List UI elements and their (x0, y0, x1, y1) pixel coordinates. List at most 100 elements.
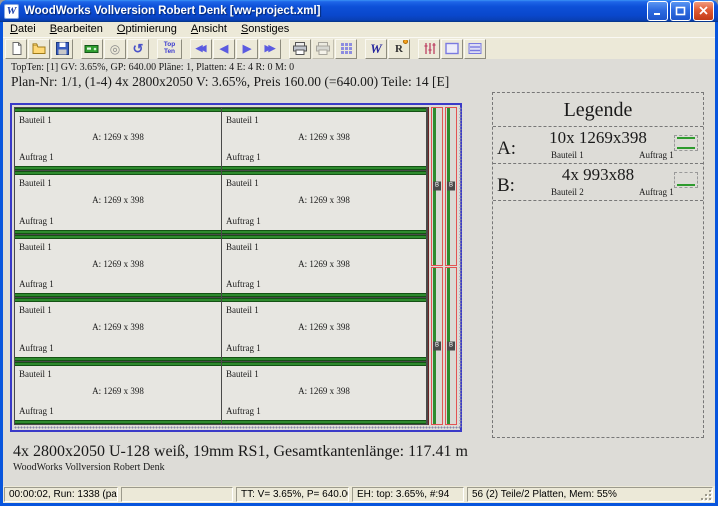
topten-summary: TopTen: [1] GV: 3.65%, GP: 640.00 Pläne:… (11, 62, 294, 73)
window-layout-button[interactable] (441, 39, 463, 59)
cell-order-label: Auftrag 1 (226, 216, 261, 226)
cell-order-label: Auftrag 1 (19, 152, 54, 162)
maximize-button[interactable] (670, 1, 691, 21)
next-plan-button[interactable]: ▶ (236, 39, 258, 59)
waste-edge-bottom (14, 426, 460, 429)
edge-band-top (222, 171, 426, 175)
status-runtime: 00:00:02, Run: 1338 (pause) (4, 487, 118, 502)
edge-line-top (677, 137, 695, 139)
edge-band-bottom (222, 293, 426, 297)
panel-cell[interactable]: Bauteil 1 A: 1269 x 398 Auftrag 1 (15, 298, 221, 360)
machine-icon (84, 41, 100, 56)
record-icon: ◎ (110, 43, 120, 55)
edge-line-bottom (677, 147, 695, 149)
cell-size-label: A: 1269 x 398 (15, 322, 221, 332)
cell-order-label: Auftrag 1 (19, 279, 54, 289)
print-preview-icon (315, 41, 331, 56)
cell-part-label: Bauteil 1 (19, 242, 52, 252)
legend-qty-size: 10x 1269x398 (493, 128, 703, 148)
legend-panel: Legende A: 10x 1269x398 Bauteil 1 Auftra… (492, 92, 704, 438)
cell-size-label: A: 1269 x 398 (15, 259, 221, 269)
panel-cell[interactable]: Bauteil 1 A: 1269 x 398 Auftrag 1 (222, 235, 426, 297)
resize-grip[interactable] (699, 488, 712, 501)
cell-order-label: Auftrag 1 (19, 216, 54, 226)
window-title: WoodWorks Vollversion Robert Denk [ww-pr… (24, 5, 647, 17)
panel-cell[interactable]: Bauteil 1 A: 1269 x 398 Auftrag 1 (222, 108, 426, 170)
cell-size-label: A: 1269 x 398 (222, 195, 426, 205)
legend-title: Legende (493, 93, 703, 127)
open-file-button[interactable] (28, 39, 50, 59)
strip-cell[interactable]: B (445, 107, 457, 266)
cell-size-label: A: 1269 x 398 (222, 386, 426, 396)
strip-label: B (433, 182, 441, 191)
panel-cell[interactable]: Bauteil 1 A: 1269 x 398 Auftrag 1 (15, 235, 221, 297)
edge-band-bottom (15, 420, 221, 424)
record-button[interactable]: ◎ (104, 39, 126, 59)
menu-item-ansicht[interactable]: Ansicht (184, 22, 234, 37)
edge-band-top (222, 298, 426, 302)
start-machine-button[interactable] (81, 39, 103, 59)
strip-label: B (447, 182, 455, 191)
levels-button[interactable] (418, 39, 440, 59)
minimize-button[interactable] (647, 1, 668, 21)
status-bar: 00:00:02, Run: 1338 (pause) TT: V= 3.65%… (3, 486, 715, 503)
strip-cell[interactable]: B (431, 267, 443, 426)
r-pin-icon: R (395, 43, 403, 55)
panel-cell[interactable]: Bauteil 1 A: 1269 x 398 Auftrag 1 (15, 171, 221, 233)
next-icon: ▶ (243, 42, 251, 55)
last-plan-button[interactable]: ▶▶ (259, 39, 281, 59)
topten-icon: TopTen (164, 42, 175, 55)
app-signature: WoodWorks Vollversion Robert Denk (13, 462, 165, 473)
cutting-plan: Bauteil 1 A: 1269 x 398 Auftrag 1 Bautei… (10, 103, 462, 432)
restart-optimization-button[interactable]: ↺ (127, 39, 149, 59)
edge-band-bottom (15, 293, 221, 297)
print-icon (292, 41, 308, 56)
legend-order: Auftrag 1 (639, 150, 674, 160)
panel-cell[interactable]: Bauteil 1 A: 1269 x 398 Auftrag 1 (222, 171, 426, 233)
legend-row-a: A: 10x 1269x398 Bauteil 1 Auftrag 1 (493, 127, 703, 164)
menu-item-sonstiges[interactable]: Sonstiges (234, 22, 296, 37)
print-button[interactable] (289, 39, 311, 59)
new-document-button[interactable] (5, 39, 27, 59)
legend-part: Bauteil 1 (551, 150, 584, 160)
split-view-button[interactable] (464, 39, 486, 59)
cell-order-label: Auftrag 1 (226, 279, 261, 289)
material-summary: 4x 2800x2050 U-128 weiß, 19mm RS1, Gesam… (13, 443, 468, 461)
edge-band-top (222, 362, 426, 366)
panel-cell[interactable]: Bauteil 1 A: 1269 x 398 Auftrag 1 (15, 108, 221, 170)
top-ten-button[interactable]: TopTen (157, 39, 182, 59)
woodworks-logo-button[interactable]: W (365, 39, 387, 59)
cell-order-label: Auftrag 1 (226, 152, 261, 162)
cell-size-label: A: 1269 x 398 (222, 132, 426, 142)
window-icon (444, 41, 460, 56)
strip-cell[interactable]: B (431, 107, 443, 266)
cell-order-label: Auftrag 1 (19, 406, 54, 416)
panel-cell[interactable]: Bauteil 1 A: 1269 x 398 Auftrag 1 (222, 362, 426, 424)
cell-part-label: Bauteil 1 (19, 305, 52, 315)
status-memory: 56 (2) Teile/2 Platten, Mem: 55% (467, 487, 713, 502)
edge-band-top (15, 298, 221, 302)
cell-size-label: A: 1269 x 398 (15, 386, 221, 396)
previous-plan-button[interactable]: ◀ (213, 39, 235, 59)
close-button[interactable] (693, 1, 714, 21)
menu-item-bearbeiten[interactable]: Bearbeiten (43, 22, 110, 37)
cell-part-label: Bauteil 1 (19, 178, 52, 188)
edge-band-top (15, 171, 221, 175)
edge-band-bottom (222, 357, 426, 361)
open-folder-icon (31, 41, 47, 56)
save-button[interactable] (51, 39, 73, 59)
strip-cell[interactable]: B (445, 267, 457, 426)
settings-pin-button[interactable]: R (388, 39, 410, 59)
menu-item-datei[interactable]: Datei (3, 22, 43, 37)
first-plan-button[interactable]: ◀◀ (190, 39, 212, 59)
menu-item-optimierung[interactable]: Optimierung (110, 22, 184, 37)
edge-band-bottom (15, 166, 221, 170)
edge-band-top (15, 362, 221, 366)
print-preview-button[interactable] (312, 39, 334, 59)
cell-size-label: A: 1269 x 398 (15, 195, 221, 205)
legend-order: Auftrag 1 (639, 187, 674, 197)
edge-banding-icon (674, 135, 698, 151)
table-view-button[interactable] (335, 39, 357, 59)
panel-cell[interactable]: Bauteil 1 A: 1269 x 398 Auftrag 1 (15, 362, 221, 424)
panel-cell[interactable]: Bauteil 1 A: 1269 x 398 Auftrag 1 (222, 298, 426, 360)
